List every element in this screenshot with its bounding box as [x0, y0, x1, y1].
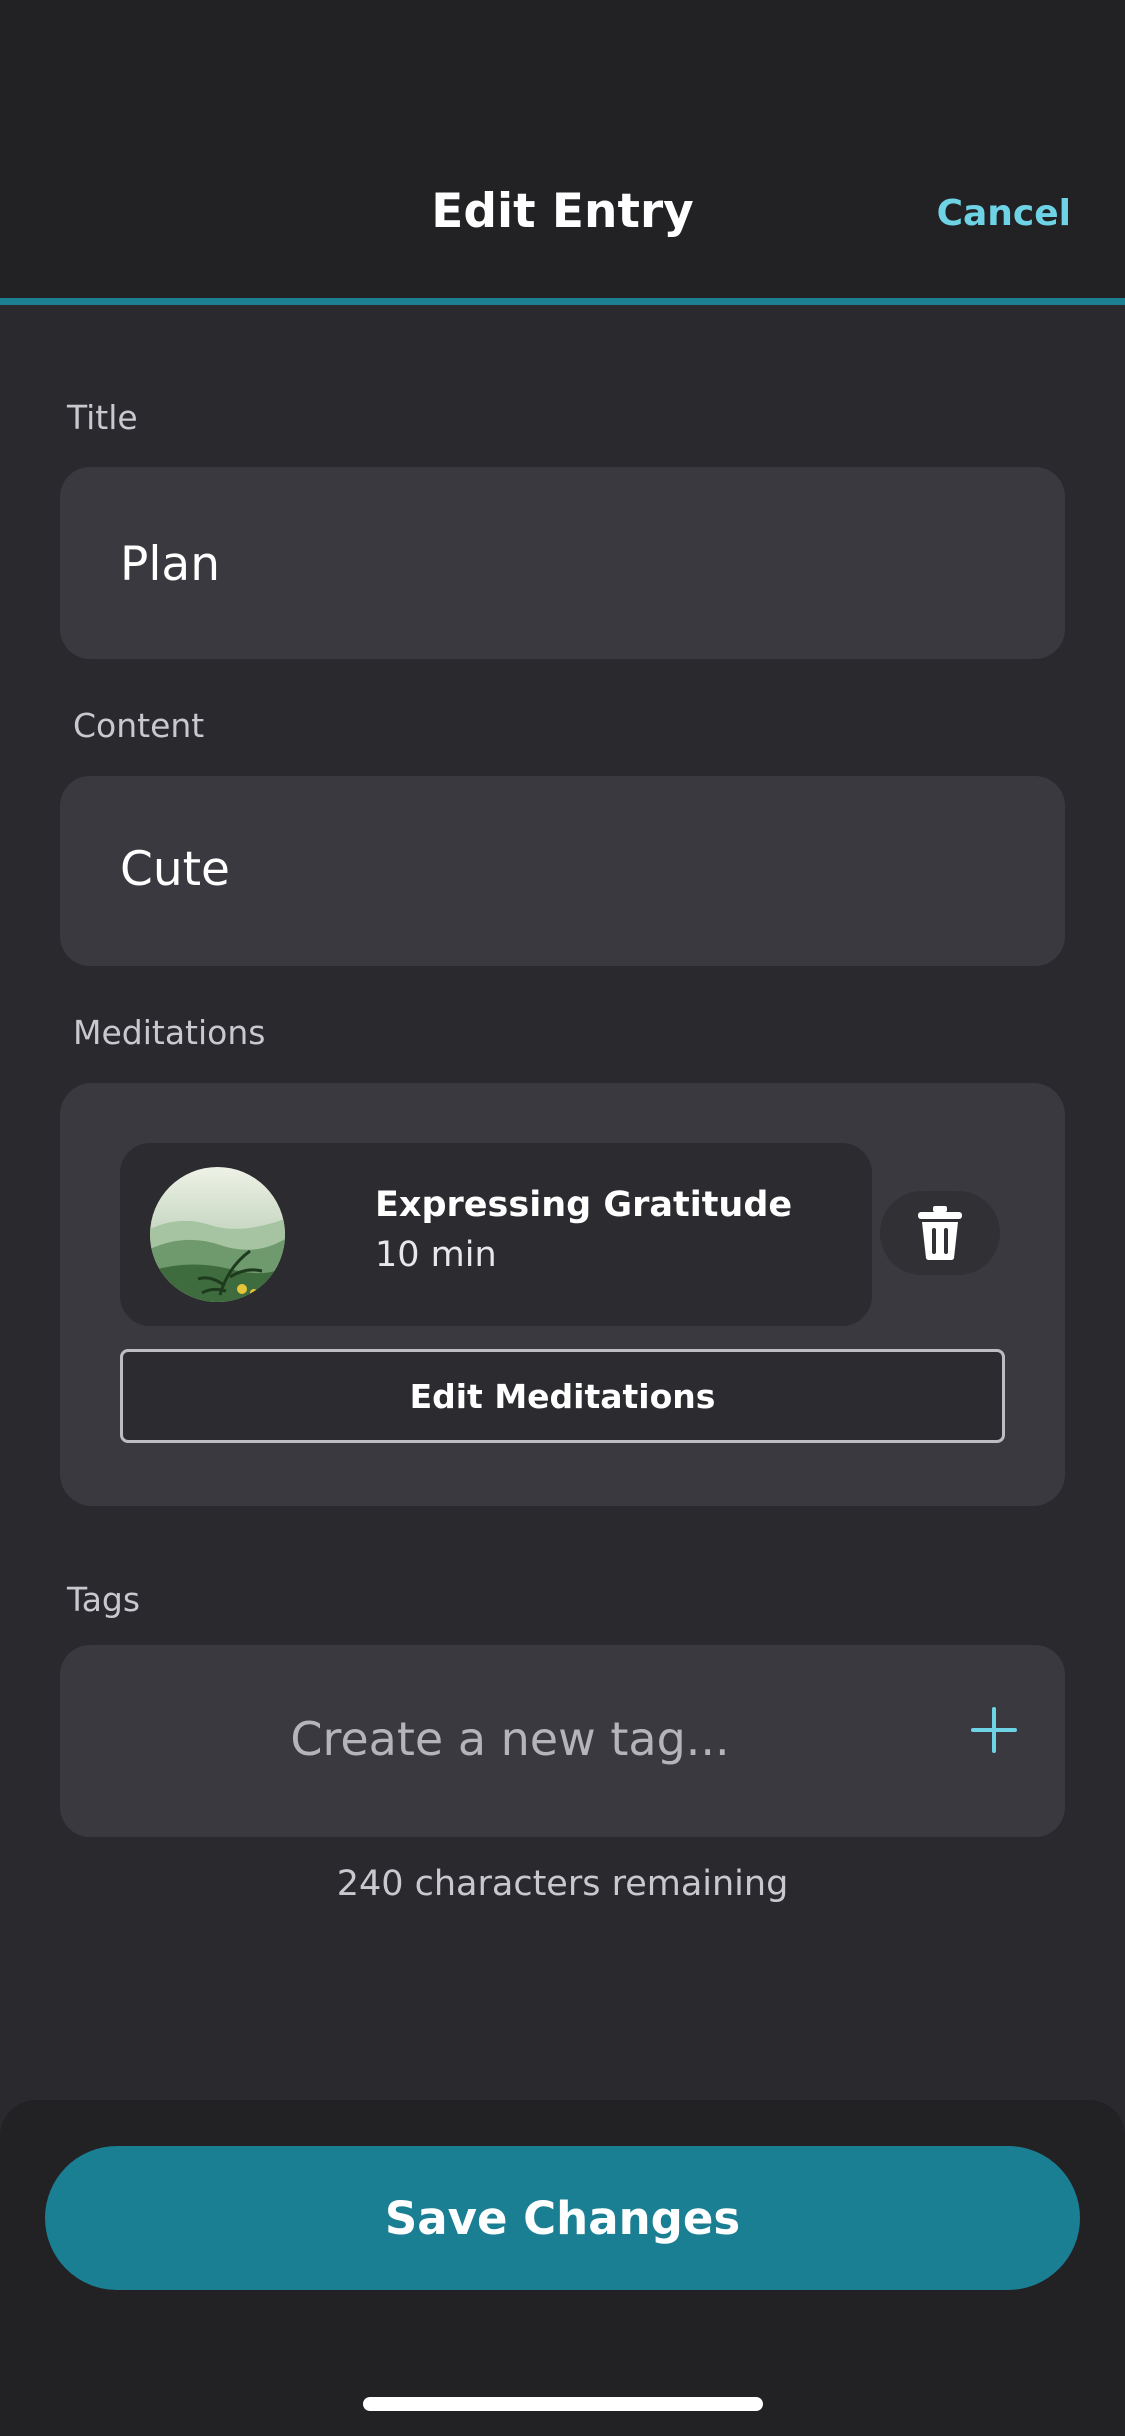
- meditations-label: Meditations: [73, 1013, 266, 1052]
- delete-meditation-button[interactable]: [880, 1191, 1000, 1275]
- tag-input-placeholder: Create a new tag...: [290, 1712, 730, 1766]
- cancel-button[interactable]: Cancel: [937, 193, 1071, 234]
- meditations-card: Expressing Gratitude 10 min Edit Meditat…: [60, 1083, 1065, 1506]
- meditation-title: Expressing Gratitude: [375, 1185, 793, 1225]
- content-label: Content: [73, 706, 205, 745]
- meditation-duration: 10 min: [375, 1235, 497, 1275]
- title-field[interactable]: Plan: [60, 467, 1065, 659]
- plus-icon[interactable]: [971, 1707, 1017, 1753]
- trash-icon: [918, 1206, 962, 1260]
- tag-field[interactable]: Create a new tag...: [60, 1645, 1065, 1837]
- title-input-value: Plan: [120, 537, 220, 592]
- home-indicator: [363, 2397, 763, 2411]
- header-divider: [0, 298, 1125, 305]
- header-bar: Edit Entry Cancel: [0, 0, 1125, 305]
- meditation-thumbnail: [150, 1167, 285, 1302]
- content-field[interactable]: Cute: [60, 776, 1065, 966]
- title-label: Title: [67, 398, 138, 437]
- save-changes-button[interactable]: Save Changes: [45, 2146, 1080, 2290]
- tags-label: Tags: [67, 1580, 141, 1619]
- characters-remaining: 240 characters remaining: [336, 1864, 789, 1904]
- meditation-item[interactable]: Expressing Gratitude 10 min: [120, 1143, 872, 1326]
- content-input-value: Cute: [120, 842, 230, 897]
- bottom-panel: Save Changes: [0, 2100, 1125, 2436]
- edit-meditations-button[interactable]: Edit Meditations: [120, 1349, 1005, 1443]
